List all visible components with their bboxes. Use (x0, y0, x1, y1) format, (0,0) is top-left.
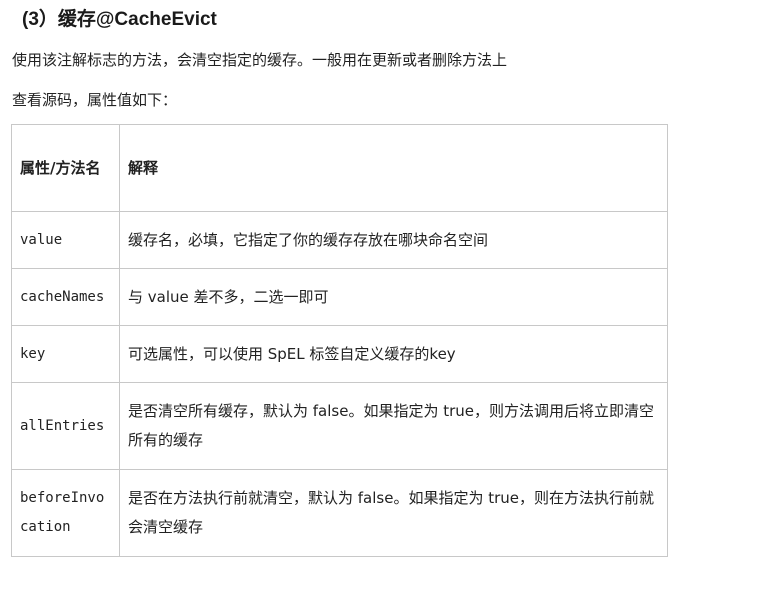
attribute-name-cell: allEntries (11, 382, 120, 470)
table-header-row: 属性/方法名 解释 (11, 124, 668, 212)
attribute-desc-cell: 是否在方法执行前就清空，默认为 false。如果指定为 true，则在方法执行前… (119, 469, 668, 557)
table-row: key 可选属性，可以使用 SpEL 标签自定义缓存的key (11, 325, 668, 383)
header-cell-desc: 解释 (119, 124, 668, 212)
table-row: cacheNames 与 value 差不多，二选一即可 (11, 268, 668, 326)
intro-paragraph: 使用该注解标志的方法，会清空指定的缓存。一般用在更新或者删除方法上 (12, 51, 508, 69)
attribute-desc-cell: 缓存名，必填，它指定了你的缓存存放在哪块命名空间 (119, 211, 668, 269)
attribute-name-cell: key (11, 325, 120, 383)
table-row: beforeInvocation 是否在方法执行前就清空，默认为 false。如… (11, 469, 668, 557)
section-heading: (3）缓存@CacheEvict (22, 9, 217, 30)
attribute-desc-cell: 与 value 差不多，二选一即可 (119, 268, 668, 326)
attribute-desc-cell: 是否清空所有缓存，默认为 false。如果指定为 true，则方法调用后将立即清… (119, 382, 668, 470)
table-row: allEntries 是否清空所有缓存，默认为 false。如果指定为 true… (11, 382, 668, 470)
source-note-paragraph: 查看源码，属性值如下： (12, 91, 178, 109)
header-cell-name: 属性/方法名 (11, 124, 120, 212)
attribute-name-cell: cacheNames (11, 268, 120, 326)
attribute-name-cell: beforeInvocation (11, 469, 120, 557)
attribute-name-cell: value (11, 211, 120, 269)
attribute-desc-cell: 可选属性，可以使用 SpEL 标签自定义缓存的key (119, 325, 668, 383)
attribute-table: 属性/方法名 解释 value 缓存名，必填，它指定了你的缓存存放在哪块命名空间… (11, 124, 668, 557)
table-row: value 缓存名，必填，它指定了你的缓存存放在哪块命名空间 (11, 211, 668, 269)
